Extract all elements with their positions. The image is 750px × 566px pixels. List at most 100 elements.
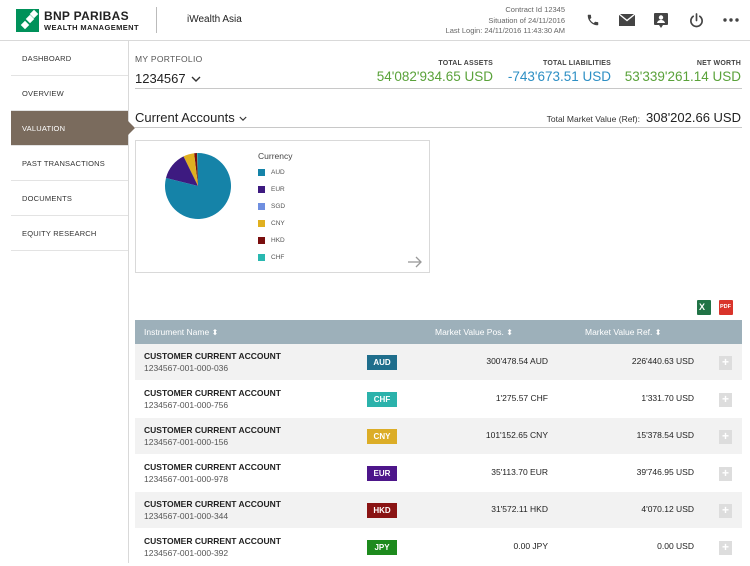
table-row[interactable]: CUSTOMER CURRENT ACCOUNT 1234567-001-000-… [135, 529, 742, 566]
sidebar-item-label: OVERVIEW [22, 88, 64, 98]
market-value-pos: 35'113.70 EUR [491, 467, 548, 477]
table-row[interactable]: CUSTOMER CURRENT ACCOUNT 1234567-001-000-… [135, 344, 742, 381]
market-value-pos: 1'275.57 CHF [495, 393, 548, 403]
expand-plus-icon[interactable]: + [719, 467, 732, 481]
arrow-right-icon[interactable] [407, 256, 423, 268]
instrument-name: CUSTOMER CURRENT ACCOUNT [144, 462, 281, 472]
currency-chart-card: Currency AUD EUR SGD CNY HKD CHF [135, 140, 430, 273]
market-value-ref: 1'331.70 USD [641, 393, 694, 403]
currency-pie-chart [165, 153, 231, 219]
chevron-down-icon [191, 76, 201, 82]
sidebar-item-overview[interactable]: OVERVIEW [11, 76, 128, 111]
market-value-pos: 31'572.11 HKD [491, 504, 548, 514]
sidebar-item-dashboard[interactable]: DASHBOARD [11, 41, 128, 76]
total-assets-value: 54'082'934.65 USD [376, 69, 493, 84]
last-login: Last Login: 24/11/2016 11:43:30 AM [445, 26, 565, 35]
contract-id: Contract Id 12345 [505, 5, 565, 14]
column-header-market-value-pos[interactable]: Market Value Pos. ⬍ [435, 327, 513, 337]
currency-badge: HKD [367, 503, 397, 518]
legend-label: CHF [271, 254, 285, 261]
column-label: Market Value Ref. [585, 327, 653, 337]
instrument-name: CUSTOMER CURRENT ACCOUNT [144, 536, 281, 546]
app-name: iWealth Asia [187, 14, 242, 25]
more-icon[interactable] [722, 12, 740, 28]
total-liabilities-label: TOTAL LIABILITIES [543, 60, 611, 67]
active-indicator-icon [128, 121, 135, 135]
column-header-instrument[interactable]: Instrument Name ⬍ [144, 327, 218, 337]
account-number: 1234567-001-000-978 [144, 474, 229, 484]
legend-swatch [258, 203, 265, 210]
column-label: Market Value Pos. [435, 327, 504, 337]
contact-card-icon[interactable] [652, 12, 670, 28]
portfolio-divider [135, 88, 742, 89]
currency-badge: CNY [367, 429, 397, 444]
current-accounts-selector[interactable]: Current Accounts [135, 110, 247, 125]
mail-icon[interactable] [618, 12, 636, 28]
market-value-ref: 15'378.54 USD [636, 430, 694, 440]
sort-icon: ⬍ [654, 328, 662, 337]
sidebar-item-valuation[interactable]: VALUATION [11, 111, 135, 146]
sidebar-item-label: VALUATION [22, 123, 66, 133]
legend-item: AUD [258, 169, 285, 176]
legend-label: HKD [271, 237, 285, 244]
situation-date: Situation of 24/11/2016 [488, 15, 565, 25]
power-icon[interactable] [687, 12, 705, 28]
instrument-name: CUSTOMER CURRENT ACCOUNT [144, 425, 281, 435]
legend-item: HKD [258, 237, 285, 244]
logo-line1: BNP PARIBAS [44, 8, 129, 23]
table-row[interactable]: CUSTOMER CURRENT ACCOUNT 1234567-001-000-… [135, 455, 742, 492]
header-divider [156, 7, 157, 33]
total-liabilities-block: TOTAL LIABILITIES -743'673.51 USD [508, 60, 611, 84]
legend-label: SGD [271, 203, 286, 210]
expand-plus-icon[interactable]: + [719, 504, 732, 518]
legend-label: AUD [271, 169, 285, 176]
account-number: 1234567-001-000-156 [144, 437, 229, 447]
legend-item: CHF [258, 254, 284, 261]
legend-swatch [258, 254, 265, 261]
market-value-ref: 226'440.63 USD [631, 356, 694, 366]
currency-badge: EUR [367, 466, 397, 481]
logo-line2: WEALTH MANAGEMENT [44, 22, 139, 32]
total-assets-block: TOTAL ASSETS 54'082'934.65 USD [377, 60, 493, 84]
phone-icon[interactable] [584, 12, 602, 28]
expand-plus-icon[interactable]: + [719, 393, 732, 407]
total-market-value: 308'202.66 USD [646, 110, 741, 125]
table-row[interactable]: CUSTOMER CURRENT ACCOUNT 1234567-001-000-… [135, 492, 742, 529]
column-header-market-value-ref[interactable]: Market Value Ref. ⬍ [585, 327, 661, 337]
legend-label: EUR [271, 186, 285, 193]
expand-plus-icon[interactable]: + [719, 430, 732, 444]
sidebar-item-equity-research[interactable]: EQUITY RESEARCH [11, 216, 128, 251]
net-worth-label: NET WORTH [696, 60, 741, 67]
sidebar-item-documents[interactable]: DOCUMENTS [11, 181, 128, 216]
pdf-export-icon[interactable]: PDF [719, 300, 733, 315]
portfolio-value: 1234567 [135, 71, 186, 86]
expand-plus-icon[interactable]: + [719, 541, 732, 555]
total-liabilities-value: -743'673.51 USD [507, 69, 611, 84]
market-value-pos: 0.00 JPY [513, 541, 549, 551]
contract-info: Contract Id 12345 Situation of 24/11/201… [446, 5, 565, 37]
table-body: CUSTOMER CURRENT ACCOUNT 1234567-001-000-… [135, 344, 742, 566]
legend-swatch [258, 237, 265, 244]
currency-badge: JPY [367, 540, 397, 555]
market-value-pos: 300'478.54 AUD [486, 356, 548, 366]
bnp-logo[interactable]: BNP PARIBAS WEALTH MANAGEMENT [16, 9, 139, 32]
sort-icon: ⬍ [211, 328, 219, 337]
instrument-name: CUSTOMER CURRENT ACCOUNT [144, 388, 281, 398]
market-value-pos: 101'152.65 CNY [485, 430, 548, 440]
sidebar-item-label: PAST TRANSACTIONS [22, 158, 105, 168]
legend-item: EUR [258, 186, 285, 193]
expand-plus-icon[interactable]: + [719, 356, 732, 370]
total-market-value-label: Total Market Value (Ref): [546, 114, 640, 124]
excel-export-icon[interactable]: X [697, 300, 711, 315]
table-row[interactable]: CUSTOMER CURRENT ACCOUNT 1234567-001-000-… [135, 381, 742, 418]
net-worth-block: NET WORTH 53'339'261.14 USD [625, 60, 741, 84]
section-divider [135, 127, 742, 128]
table-row[interactable]: CUSTOMER CURRENT ACCOUNT 1234567-001-000-… [135, 418, 742, 455]
portfolio-selector[interactable]: 1234567 [135, 71, 201, 86]
currency-badge: AUD [367, 355, 397, 370]
sidebar-item-past-transactions[interactable]: PAST TRANSACTIONS [11, 146, 128, 181]
section-title: Current Accounts [135, 110, 235, 125]
legend-swatch [258, 186, 265, 193]
account-number: 1234567-001-000-036 [144, 363, 229, 373]
legend-item: CNY [258, 220, 285, 227]
